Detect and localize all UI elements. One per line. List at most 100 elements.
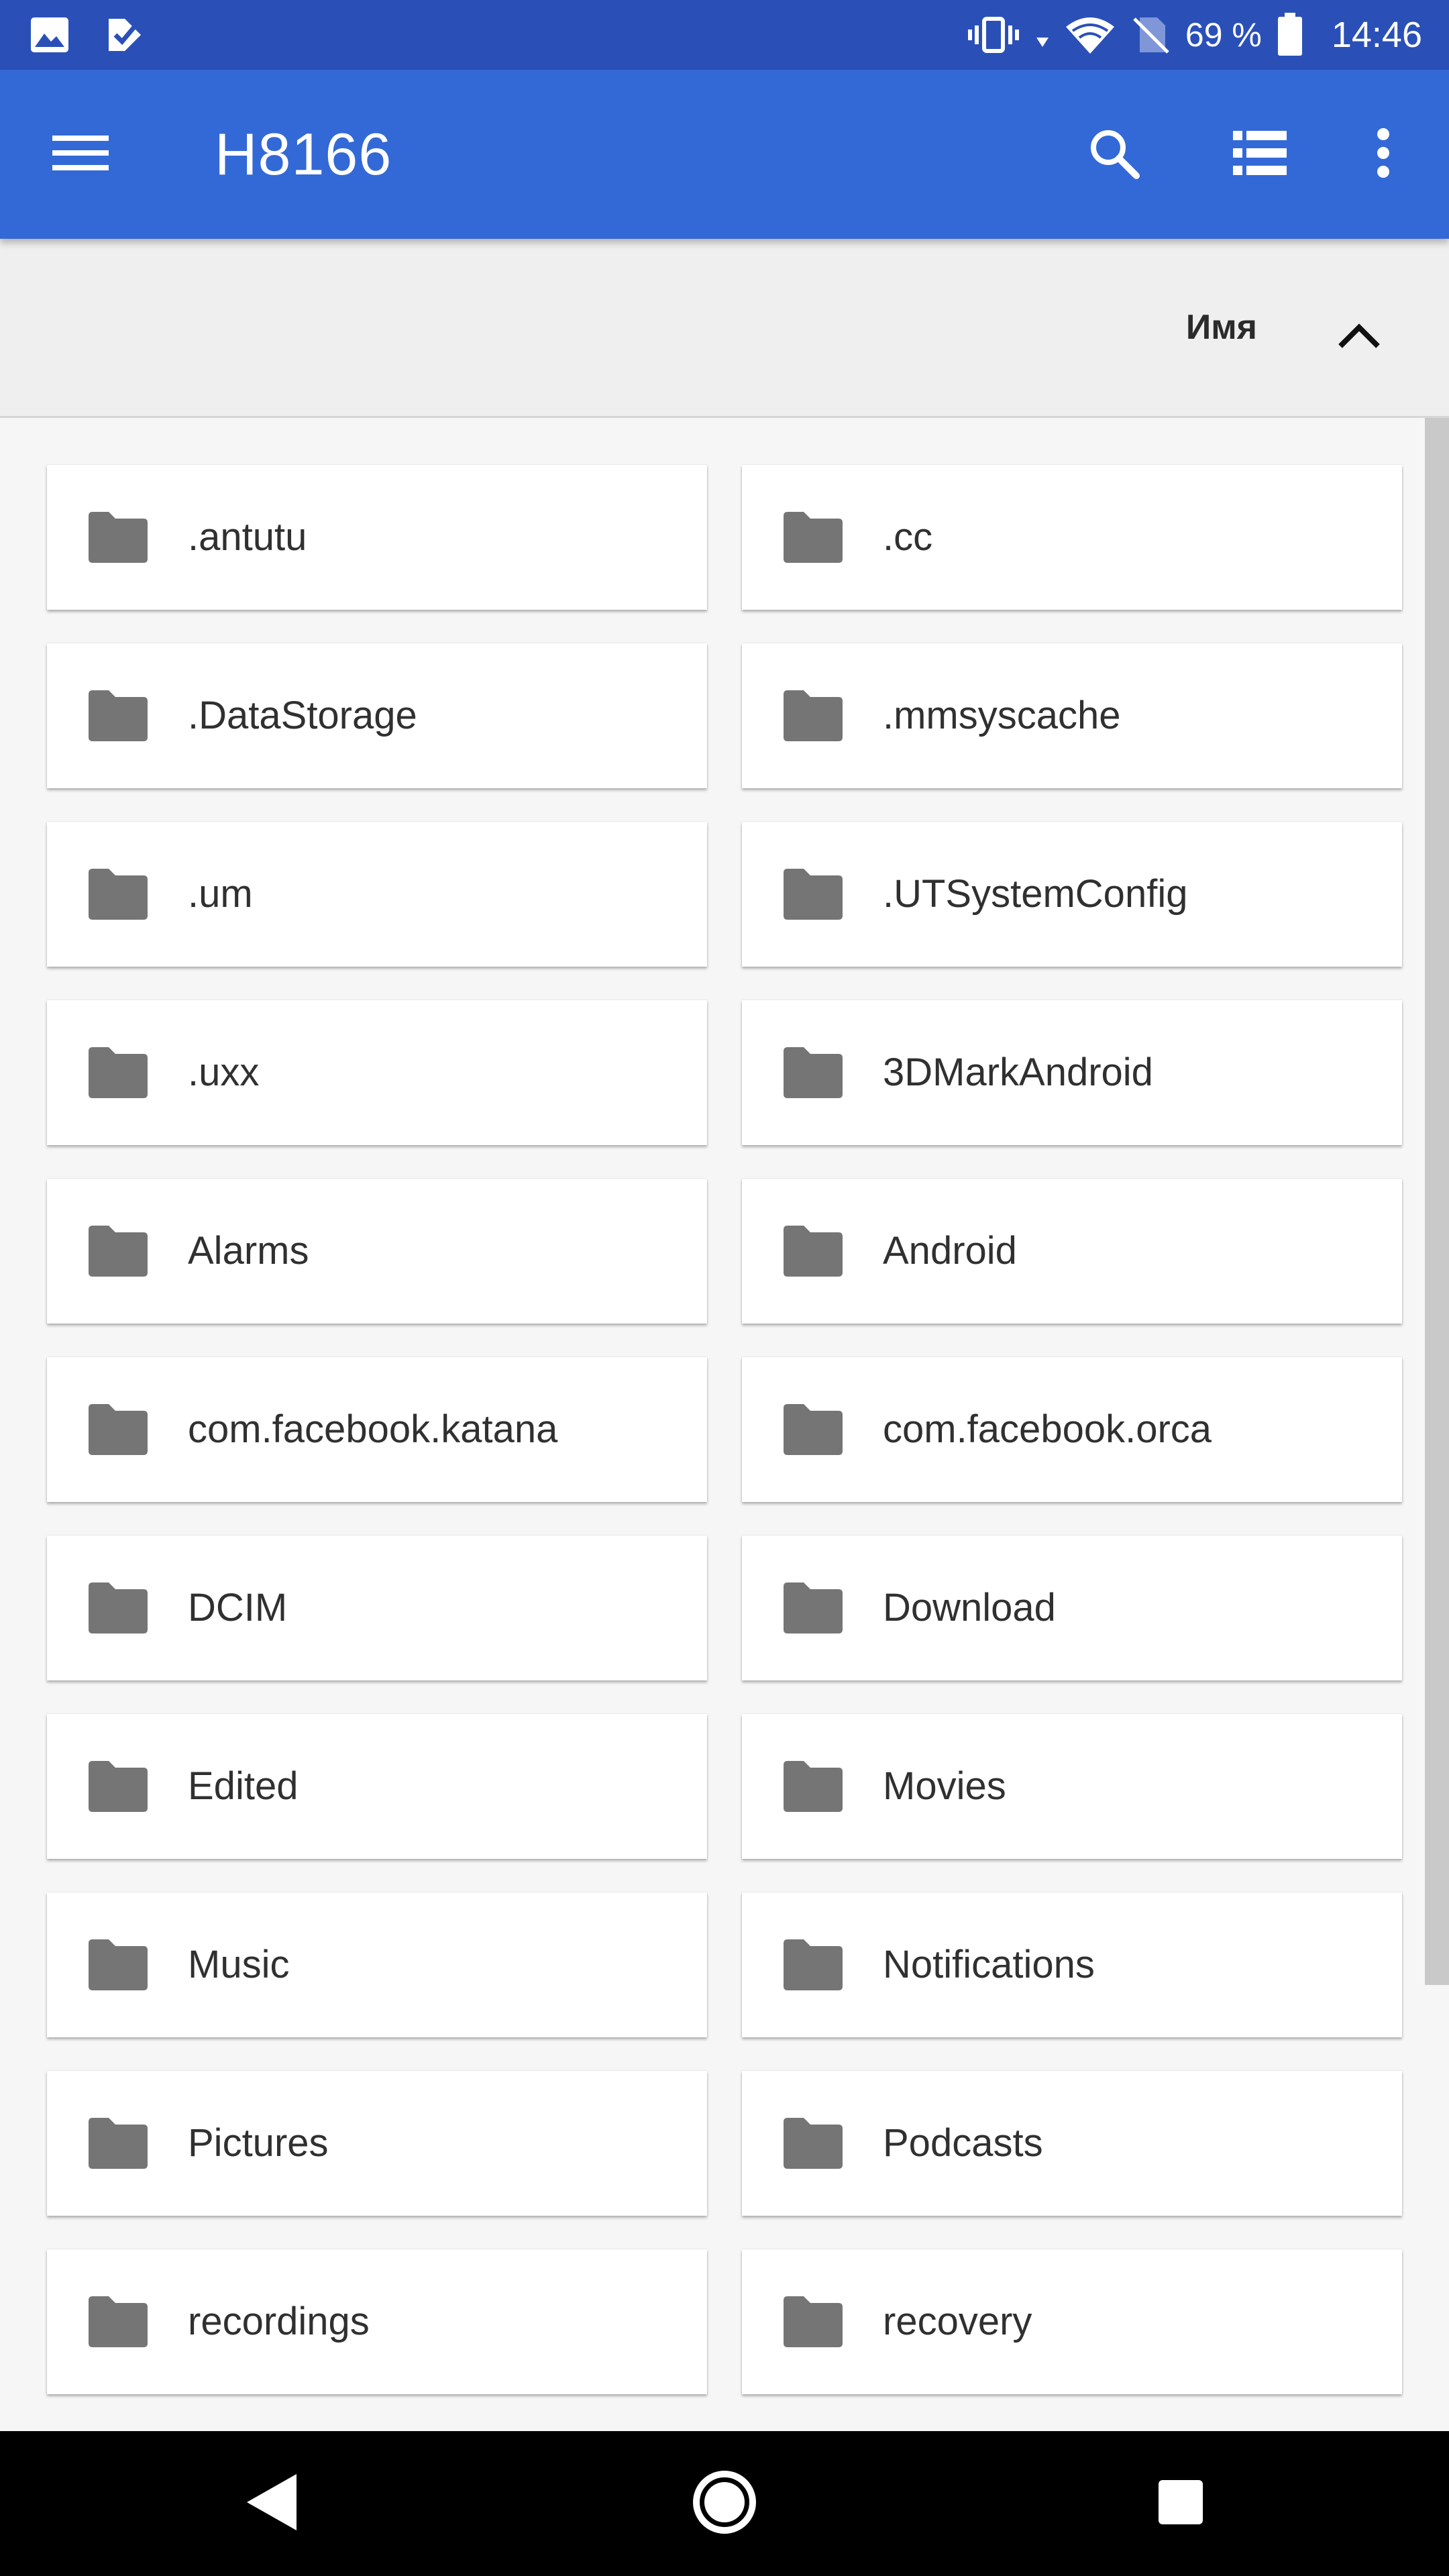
more-vert-icon [1375, 127, 1391, 182]
folder-name: com.facebook.katana [188, 1407, 558, 1451]
list-view-icon [1233, 129, 1287, 180]
folder-item[interactable]: recovery [742, 2249, 1402, 2394]
folder-item[interactable]: Podcasts [742, 2071, 1402, 2216]
folder-icon [86, 1581, 149, 1635]
menu-icon [52, 133, 109, 176]
checkmark-app-icon [105, 15, 145, 55]
folder-item[interactable]: Download [742, 1536, 1402, 1680]
back-button[interactable] [232, 2465, 310, 2542]
folder-name: Download [883, 1586, 1056, 1629]
folder-icon [86, 2116, 149, 2170]
folder-name: Alarms [188, 1229, 309, 1273]
folder-item[interactable]: .antutu [47, 465, 707, 610]
status-system: 69 % 14:46 [967, 7, 1422, 63]
folder-icon [781, 1581, 844, 1635]
sort-header: Имя [0, 239, 1449, 418]
folder-item[interactable]: .mmsyscache [742, 643, 1402, 788]
folder-icon [781, 511, 844, 564]
folder-icon [86, 1938, 149, 1992]
data-arrow-icon [1035, 15, 1050, 55]
folder-icon [781, 1938, 844, 1992]
folder-icon [86, 1760, 149, 1813]
folder-item[interactable]: 3DMarkAndroid [742, 1000, 1402, 1145]
scrollbar[interactable] [1425, 418, 1449, 1985]
folder-name: DCIM [188, 1586, 288, 1629]
folder-name: Edited [188, 1764, 299, 1808]
folder-name: recordings [188, 2300, 370, 2343]
folder-name: 3DMarkAndroid [883, 1051, 1153, 1094]
folder-item[interactable]: .um [47, 822, 707, 967]
folder-icon [781, 2295, 844, 2349]
app-bar: H8166 [0, 70, 1449, 239]
folder-item[interactable]: DCIM [47, 1536, 707, 1680]
folder-name: .mmsyscache [883, 694, 1121, 737]
search-icon [1087, 126, 1140, 183]
folder-name: Notifications [883, 1943, 1095, 1986]
status-notifications [30, 12, 145, 58]
home-icon [691, 2469, 758, 2539]
folder-icon [86, 1224, 149, 1278]
recents-icon [1157, 2479, 1204, 2529]
folder-name: recovery [883, 2300, 1032, 2343]
status-bar: 69 % 14:46 [0, 0, 1449, 70]
folder-icon [86, 1403, 149, 1456]
back-icon [243, 2471, 299, 2536]
folder-item[interactable]: recordings [47, 2249, 707, 2394]
battery-percent: 69 % [1185, 16, 1262, 54]
home-button[interactable] [686, 2465, 763, 2542]
folder-item[interactable]: Music [47, 1892, 707, 2037]
folder-name: Pictures [188, 2121, 329, 2165]
folder-item[interactable]: .DataStorage [47, 643, 707, 788]
vibrate-icon [967, 15, 1020, 55]
folder-name: .antutu [188, 515, 307, 559]
folder-name: com.facebook.orca [883, 1407, 1212, 1451]
folder-name: .um [188, 872, 253, 916]
clock: 14:46 [1331, 15, 1422, 55]
folder-item[interactable]: Notifications [742, 1892, 1402, 2037]
chevron-up-icon [1338, 322, 1381, 352]
folder-icon [86, 867, 149, 921]
folder-icon [86, 2295, 149, 2349]
folder-list[interactable]: .antutu .cc .DataStorage .mmsyscache .um .UTS… [0, 418, 1449, 2430]
folder-icon [781, 2116, 844, 2170]
folder-name: Music [188, 1943, 290, 1986]
folder-icon [781, 1224, 844, 1278]
folder-grid: .antutu .cc .DataStorage .mmsyscache .um .UTS… [47, 465, 1402, 2394]
folder-icon [781, 867, 844, 921]
folder-name: .DataStorage [188, 694, 417, 737]
folder-item[interactable]: Edited [47, 1714, 707, 1859]
view-mode-button[interactable] [1224, 118, 1296, 191]
folder-item[interactable]: .uxx [47, 1000, 707, 1145]
sort-by-name-button[interactable]: Имя [1186, 239, 1257, 416]
folder-name: Movies [883, 1764, 1006, 1808]
folder-name: .uxx [188, 1051, 260, 1094]
folder-icon [86, 511, 149, 564]
folder-item[interactable]: Android [742, 1179, 1402, 1324]
folder-icon [86, 689, 149, 743]
more-options-button[interactable] [1347, 118, 1419, 191]
search-button[interactable] [1077, 118, 1150, 191]
page-title: H8166 [215, 121, 392, 187]
folder-name: .UTSystemConfig [883, 872, 1188, 916]
folder-name: Podcasts [883, 2121, 1043, 2165]
folder-icon [781, 689, 844, 743]
folder-item[interactable]: Pictures [47, 2071, 707, 2216]
gallery-icon [30, 16, 70, 54]
wifi-icon [1065, 15, 1116, 55]
folder-icon [781, 1403, 844, 1456]
recents-button[interactable] [1142, 2465, 1220, 2542]
menu-button[interactable] [44, 118, 117, 191]
battery-icon [1277, 13, 1303, 57]
folder-name: .cc [883, 515, 933, 559]
folder-icon [86, 1046, 149, 1099]
folder-item[interactable]: Movies [742, 1714, 1402, 1859]
folder-item[interactable]: com.facebook.orca [742, 1357, 1402, 1502]
folder-item[interactable]: com.facebook.katana [47, 1357, 707, 1502]
navigation-bar [0, 2431, 1449, 2576]
folder-item[interactable]: Alarms [47, 1179, 707, 1324]
folder-item[interactable]: .cc [742, 465, 1402, 610]
folder-item[interactable]: .UTSystemConfig [742, 822, 1402, 967]
sort-direction-button[interactable] [1319, 297, 1399, 377]
folder-icon [781, 1760, 844, 1813]
no-sim-icon [1130, 15, 1171, 55]
